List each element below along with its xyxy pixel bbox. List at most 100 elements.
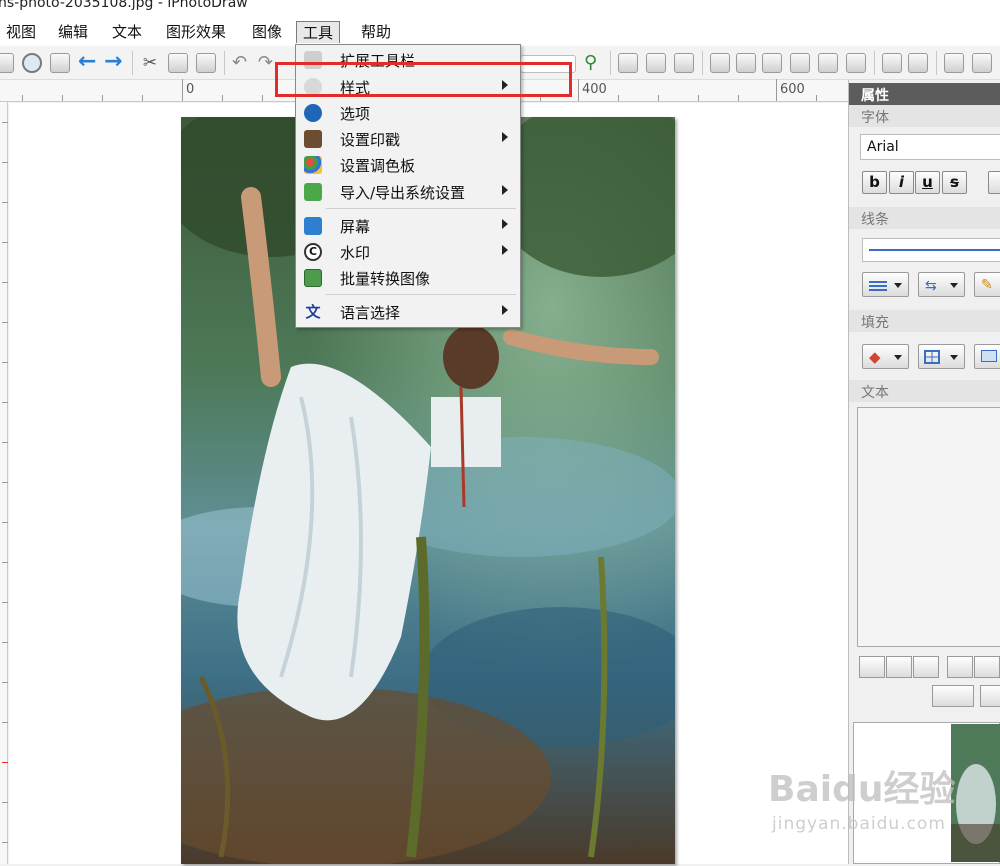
ruler-label-600: 600 [780, 82, 805, 97]
align-left-icon[interactable] [710, 53, 730, 73]
gear-icon [304, 104, 322, 122]
strikethrough-button[interactable]: s [942, 171, 967, 194]
italic-button[interactable]: i [889, 171, 914, 194]
text-input-area[interactable] [857, 407, 1000, 647]
submenu-arrow-icon [502, 185, 508, 195]
menu-item-label: 批量转换图像 [340, 270, 431, 288]
menu-edit[interactable]: 编辑 [52, 21, 94, 43]
fill-pattern-dropdown[interactable] [918, 344, 965, 369]
copy-icon[interactable] [168, 53, 188, 73]
submenu-arrow-icon [502, 219, 508, 229]
distribute-icon[interactable] [818, 53, 838, 73]
line-color-dropdown[interactable]: ✎ [974, 272, 1000, 297]
batch-convert-icon [304, 269, 322, 287]
menu-graphic-effects[interactable]: 图形效果 [160, 21, 232, 43]
disc-icon[interactable] [22, 53, 42, 73]
align-middle-icon[interactable] [646, 53, 666, 73]
line-section-label: 线条 [861, 212, 889, 228]
align-bottom-icon[interactable] [674, 53, 694, 73]
cut-icon[interactable]: ✂ [140, 53, 160, 73]
layer-back-icon[interactable] [972, 53, 992, 73]
align-center-text-button[interactable] [886, 656, 912, 678]
menu-view[interactable]: 视图 [0, 21, 42, 43]
align-center-icon[interactable] [736, 53, 756, 73]
menu-item-label: 水印 [340, 244, 371, 262]
menu-item-label: 语言选择 [340, 304, 401, 322]
line-spacing-dropdown[interactable] [932, 685, 974, 707]
menu-item-set-palette[interactable]: 设置调色板 [296, 152, 520, 178]
palette-icon [304, 156, 322, 174]
line-style-select[interactable] [862, 238, 1000, 262]
menu-item-screen[interactable]: 屏幕 [296, 213, 520, 239]
menu-item-options[interactable]: 选项 [296, 100, 520, 126]
properties-title: 属性 [849, 83, 1000, 105]
align-right-icon[interactable] [762, 53, 782, 73]
bold-button[interactable]: b [862, 171, 887, 194]
print-icon[interactable] [50, 53, 70, 73]
menu-item-label: 导入/导出系统设置 [340, 184, 466, 202]
menu-item-watermark[interactable]: C 水印 [296, 239, 520, 265]
title-bar: ns-photo-2035108.jpg - iPhotoDraw [0, 0, 1000, 18]
menu-item-batch-convert[interactable]: 批量转换图像 [296, 265, 520, 291]
zoom-icon[interactable]: ⚲ [584, 53, 604, 73]
font-color-button[interactable] [988, 171, 1000, 194]
back-arrow-icon[interactable]: ← [78, 51, 96, 73]
font-section-header: 字体 [849, 105, 1000, 127]
language-icon: 文 [305, 303, 321, 321]
baidu-watermark: Baidu经验 jingyan.baidu.com [768, 760, 1000, 844]
stamp-icon [304, 130, 322, 148]
menu-item-language[interactable]: 文 语言选择 [296, 299, 520, 325]
copyright-icon: C [304, 243, 322, 261]
align-left-text-button[interactable] [859, 656, 885, 678]
underline-button[interactable]: u [915, 171, 940, 194]
vertical-ruler [0, 102, 8, 864]
text-section-header: 文本 [849, 380, 1000, 402]
properties-title-label: 属性 [861, 88, 889, 104]
undo-icon[interactable]: ↶ [232, 53, 252, 73]
line-weight-dropdown[interactable] [862, 272, 909, 297]
submenu-arrow-icon [502, 132, 508, 142]
menu-tools[interactable]: 工具 [296, 21, 341, 43]
align-top-icon[interactable] [618, 53, 638, 73]
layer-front-icon[interactable] [944, 53, 964, 73]
watermark-url: jingyan.baidu.com [772, 814, 946, 834]
menu-item-set-stamp[interactable]: 设置印戳 [296, 126, 520, 152]
window-title: ns-photo-2035108.jpg - iPhotoDraw [0, 0, 248, 11]
vertical-align-top-button[interactable] [947, 656, 973, 678]
text-section-label: 文本 [861, 385, 889, 401]
grid-icon[interactable] [882, 53, 902, 73]
save-icon[interactable] [0, 53, 14, 73]
line-section-header: 线条 [849, 207, 1000, 229]
menu-item-import-export-settings[interactable]: 导入/导出系统设置 [296, 179, 520, 205]
grid-split-icon[interactable] [908, 53, 928, 73]
menu-image[interactable]: 图像 [246, 21, 288, 43]
align-top-edge-icon[interactable] [790, 53, 810, 73]
ruler-label-400: 400 [582, 82, 607, 97]
distribute-v-icon[interactable] [846, 53, 866, 73]
menu-item-label: 屏幕 [340, 218, 371, 236]
align-right-text-button[interactable] [913, 656, 939, 678]
fill-section-label: 填充 [861, 315, 889, 331]
submenu-arrow-icon [502, 305, 508, 315]
ruler-label-0: 0 [186, 82, 195, 97]
fill-section-header: 填充 [849, 310, 1000, 332]
submenu-arrow-icon [502, 245, 508, 255]
font-family-value: Arial [867, 139, 899, 155]
menu-text[interactable]: 文本 [106, 21, 148, 43]
menu-item-label: 设置印戳 [340, 131, 401, 149]
fill-color-dropdown[interactable]: ◆ [862, 344, 909, 369]
menu-bar: 视图 编辑 文本 图形效果 图像 工具 帮助 [0, 18, 1000, 46]
list-style-button[interactable] [980, 685, 1000, 707]
font-family-select[interactable]: Arial [860, 134, 1000, 160]
line-arrow-dropdown[interactable]: ⇆ [918, 272, 965, 297]
menu-help[interactable]: 帮助 [355, 21, 397, 43]
font-section-label: 字体 [861, 110, 889, 126]
menu-item-label: 设置调色板 [340, 157, 416, 175]
fill-image-dropdown[interactable] [974, 344, 1000, 369]
vertical-align-middle-button[interactable] [974, 656, 1000, 678]
import-export-icon [304, 183, 322, 201]
watermark-brand: Baidu经验 [768, 769, 956, 810]
paste-icon[interactable] [196, 53, 216, 73]
monitor-icon [304, 217, 322, 235]
forward-arrow-icon[interactable]: → [104, 51, 122, 73]
